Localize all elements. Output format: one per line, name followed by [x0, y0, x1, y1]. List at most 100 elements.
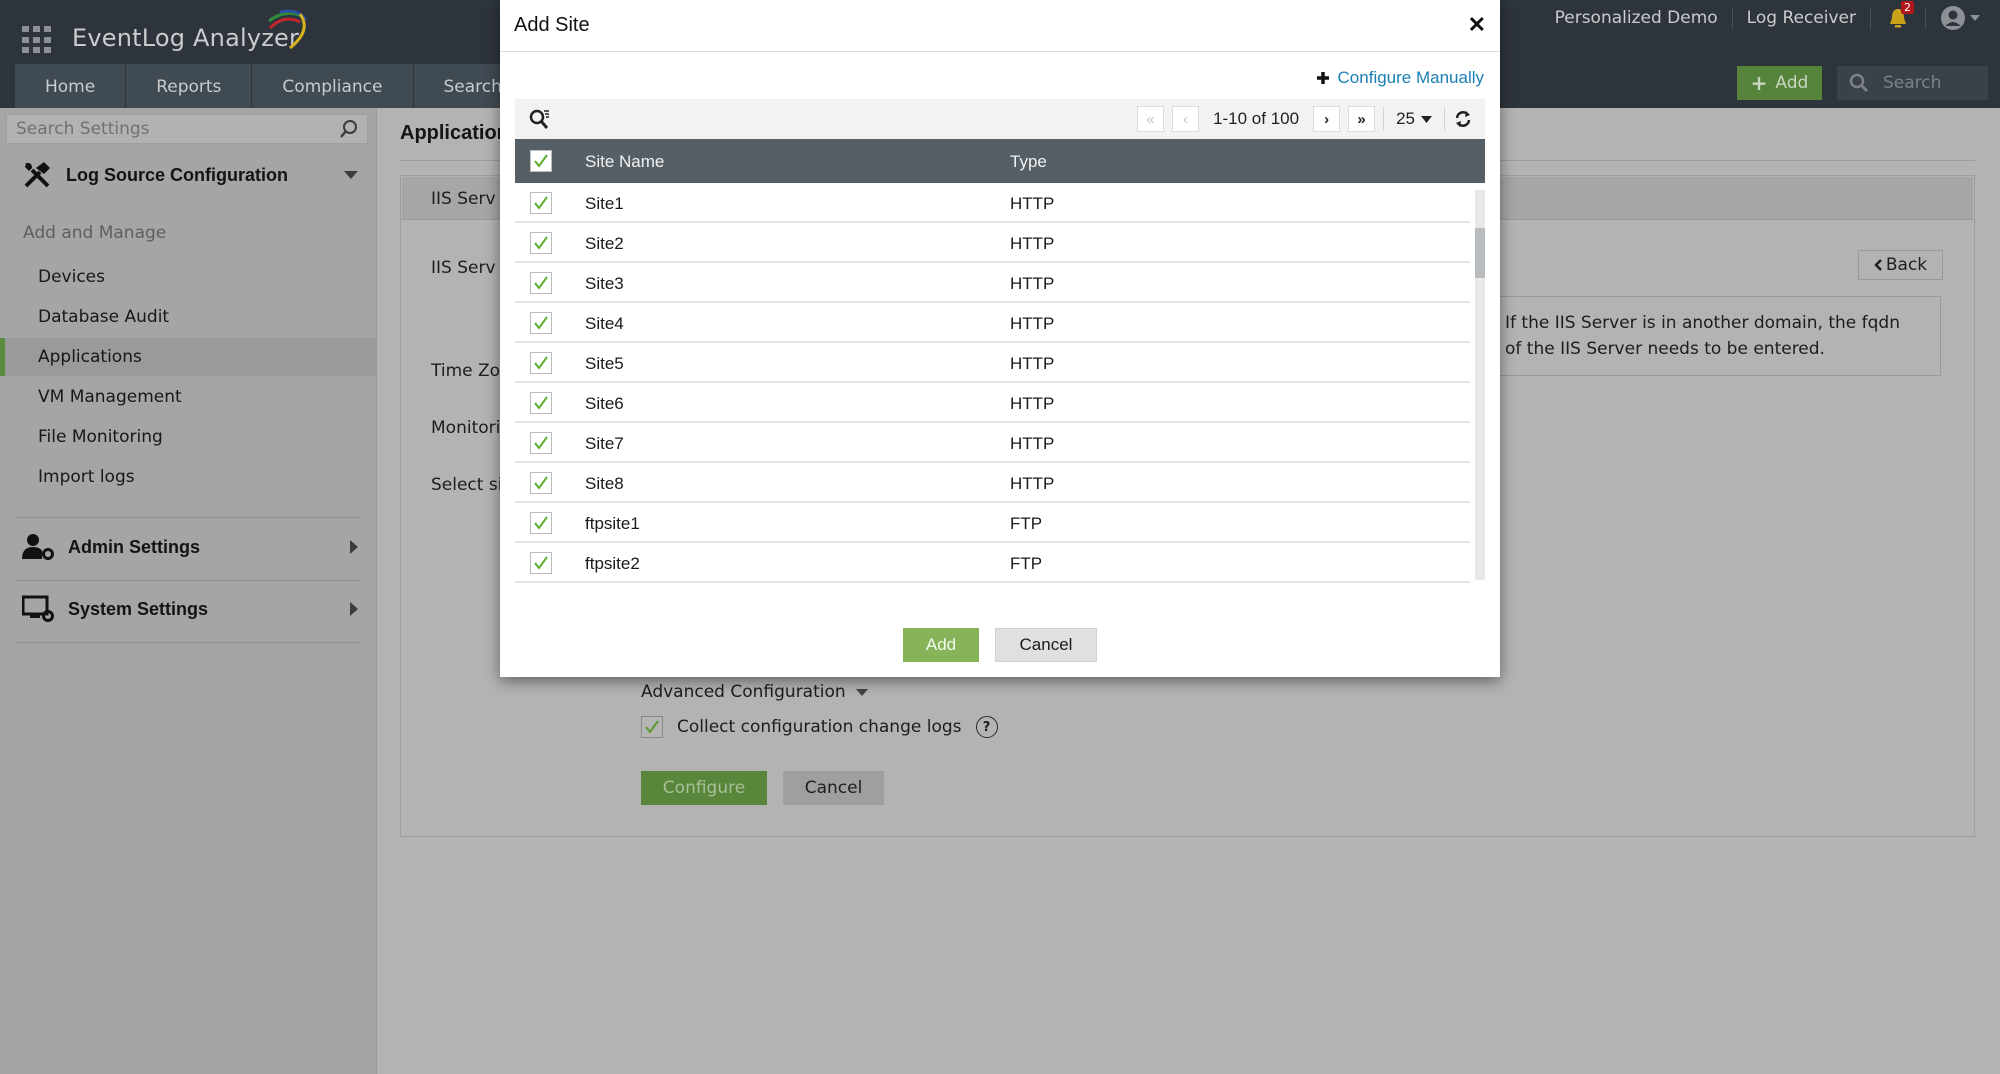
plus-icon: [1316, 72, 1329, 84]
configure-manually-link[interactable]: Configure Manually: [1316, 68, 1484, 88]
caret-down-icon: [855, 688, 868, 696]
row-checkbox[interactable]: [530, 512, 552, 534]
site-name-cell: Site2: [585, 234, 624, 253]
nav-tab-home[interactable]: Home: [15, 64, 127, 108]
table-row[interactable]: ftpsite2 FTP: [515, 543, 1470, 583]
top-links: Personalized Demo Log Receiver 2: [1541, 0, 1980, 36]
caret-down-icon: [1421, 115, 1432, 123]
site-name-cell: Site1: [585, 194, 624, 213]
help-icon[interactable]: ?: [975, 716, 998, 738]
page-size-select[interactable]: 25: [1392, 109, 1436, 129]
column-header-site-name[interactable]: Site Name: [585, 152, 664, 172]
row-checkbox[interactable]: [530, 312, 552, 334]
sidebar-item-devices[interactable]: Devices: [0, 258, 376, 296]
table-row[interactable]: Site5 HTTP: [515, 343, 1470, 383]
sidebar-item-import-logs[interactable]: Import logs: [0, 458, 376, 496]
table-row[interactable]: Site6 HTTP: [515, 383, 1470, 423]
app-grid-icon[interactable]: [22, 26, 52, 54]
close-icon[interactable]: ✕: [1468, 12, 1486, 38]
info-text-line2: of the IIS Server needs to be entered.: [1505, 339, 1825, 359]
site-type-cell: FTP: [1010, 554, 1043, 573]
row-checkbox[interactable]: [530, 272, 552, 294]
checkmark-icon: [534, 196, 548, 210]
section-admin-settings[interactable]: Admin Settings: [22, 533, 362, 561]
site-name-cell: Site7: [585, 434, 624, 453]
dialog-cancel-button[interactable]: Cancel: [995, 628, 1097, 662]
prev-page-button[interactable]: ‹: [1172, 106, 1200, 132]
next-page-button[interactable]: ›: [1313, 106, 1341, 132]
site-name-cell: Site3: [585, 274, 624, 293]
table-row[interactable]: Site8 HTTP: [515, 463, 1470, 503]
checkmark-icon: [534, 276, 548, 290]
first-page-button[interactable]: «: [1137, 106, 1165, 132]
table-toolbar: « ‹ 1-10 of 100 › » 25: [515, 99, 1485, 139]
column-header-type[interactable]: Type: [1010, 152, 1047, 172]
site-type-cell: HTTP: [1010, 274, 1055, 293]
scrollbar-thumb[interactable]: [1475, 228, 1485, 278]
checkmark-icon: [534, 396, 548, 410]
notifications-button[interactable]: 2: [1871, 1, 1926, 29]
checkmark-icon: [534, 356, 548, 370]
info-text-line1: If the IIS Server is in another domain, …: [1505, 313, 1900, 333]
sidebar-item-applications[interactable]: Applications: [0, 338, 376, 376]
log-receiver-link[interactable]: Log Receiver: [1733, 7, 1871, 29]
pager-divider: [1383, 107, 1385, 131]
form-cancel-button[interactable]: Cancel: [783, 771, 884, 805]
table-row[interactable]: Site3 HTTP: [515, 263, 1470, 303]
iis-server-name-label: IIS Serv: [431, 258, 496, 278]
row-checkbox[interactable]: [530, 432, 552, 454]
plus-icon: +: [1750, 71, 1768, 95]
caret-down-icon: [1970, 15, 1980, 21]
personalized-demo-link[interactable]: Personalized Demo: [1541, 7, 1733, 29]
table-row[interactable]: ftpsite1 FTP: [515, 503, 1470, 543]
sidebar-item-file-monitoring[interactable]: File Monitoring: [0, 418, 376, 456]
monitoring-label: Monitori: [431, 418, 501, 438]
sidebar-item-vm-management[interactable]: VM Management: [0, 378, 376, 416]
sidebar-divider: [15, 642, 361, 643]
header-add-label: Add: [1775, 73, 1809, 93]
table-row[interactable]: Site2 HTTP: [515, 223, 1470, 263]
site-type-cell: FTP: [1010, 514, 1043, 533]
table-row[interactable]: Site7 HTTP: [515, 423, 1470, 463]
row-checkbox[interactable]: [530, 232, 552, 254]
configure-manually-label: Configure Manually: [1337, 68, 1484, 87]
row-checkbox[interactable]: [530, 552, 552, 574]
checkmark-icon: [534, 516, 548, 530]
last-page-button[interactable]: »: [1348, 106, 1376, 132]
table-row[interactable]: Site4 HTTP: [515, 303, 1470, 343]
configure-button[interactable]: Configure: [641, 771, 767, 805]
row-checkbox[interactable]: [530, 392, 552, 414]
section-system-settings[interactable]: System Settings: [22, 595, 362, 623]
advanced-configuration-toggle[interactable]: Advanced Configuration: [641, 682, 868, 702]
user-menu-button[interactable]: [1926, 5, 1980, 31]
page-range: 1-10 of 100: [1213, 109, 1300, 128]
row-checkbox[interactable]: [530, 192, 552, 214]
site-name-cell: Site8: [585, 474, 624, 493]
brand-logo-icon: [268, 9, 308, 50]
page-size-value: 25: [1396, 109, 1415, 128]
monitor-gear-icon: [22, 595, 54, 622]
checkmark-icon: [534, 476, 548, 490]
row-checkbox[interactable]: [530, 472, 552, 494]
header-add-button[interactable]: + Add: [1737, 66, 1822, 100]
dialog-add-button[interactable]: Add: [903, 628, 979, 662]
info-note: If the IIS Server is in another domain, …: [1488, 296, 1941, 376]
iis-server-label: IIS Serv: [431, 189, 496, 209]
nav-tab-reports[interactable]: Reports: [126, 64, 253, 108]
notification-badge: 2: [1901, 1, 1914, 14]
settings-search-input[interactable]: Search Settings: [6, 114, 368, 144]
section-label: System Settings: [68, 598, 209, 619]
select-all-checkbox[interactable]: [530, 150, 552, 172]
table-row[interactable]: Site1 HTTP: [515, 183, 1470, 223]
pager-divider: [1444, 107, 1445, 131]
search-filter-icon[interactable]: [529, 108, 551, 130]
header-search-input[interactable]: Search: [1837, 66, 1988, 100]
back-button[interactable]: Back: [1858, 250, 1943, 280]
section-log-source-configuration[interactable]: Log Source Configuration: [22, 160, 362, 190]
refresh-icon[interactable]: [1453, 109, 1473, 129]
nav-tab-compliance[interactable]: Compliance: [252, 64, 414, 108]
table-scrollbar[interactable]: [1475, 190, 1485, 580]
sidebar-item-database-audit[interactable]: Database Audit: [0, 298, 376, 336]
row-checkbox[interactable]: [530, 352, 552, 374]
collect-config-logs-checkbox[interactable]: [641, 716, 663, 738]
